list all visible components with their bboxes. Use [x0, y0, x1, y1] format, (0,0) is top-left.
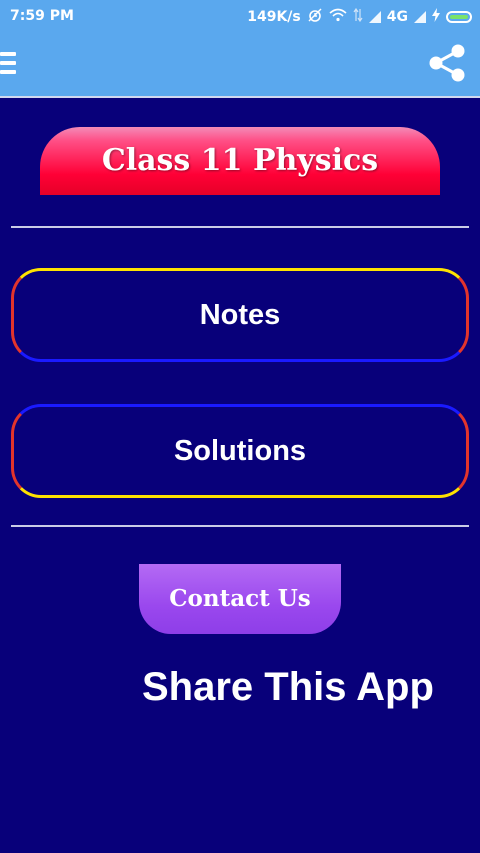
class-11-physics-button[interactable]: Class 11 Physics [40, 127, 440, 195]
share-icon[interactable] [424, 40, 470, 86]
alarm-off-icon [307, 7, 323, 27]
solutions-button[interactable]: Solutions [11, 404, 469, 498]
battery-icon [446, 11, 472, 23]
data-arrows-icon [353, 7, 363, 26]
status-icons: 149K/s 4G [247, 7, 472, 27]
contact-us-button[interactable]: Contact Us [139, 564, 341, 634]
hamburger-menu-icon[interactable] [0, 52, 18, 76]
divider [11, 226, 469, 228]
app-toolbar [0, 32, 480, 98]
notes-button[interactable]: Notes [11, 268, 469, 362]
signal-icon [414, 11, 426, 23]
network-type: 4G [386, 9, 408, 25]
wifi-icon [329, 8, 347, 26]
network-speed: 149K/s [247, 9, 301, 25]
signal-icon [368, 11, 381, 23]
share-app-link[interactable]: Share This App [142, 662, 434, 712]
divider [11, 525, 469, 527]
status-time: 7:59 PM [10, 8, 74, 24]
charging-icon [432, 8, 440, 26]
status-bar: 7:59 PM 149K/s 4G [0, 0, 480, 32]
